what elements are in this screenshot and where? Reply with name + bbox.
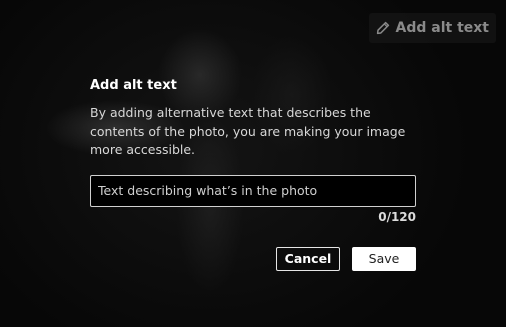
character-counter: 0/120	[378, 209, 416, 224]
pencil-icon	[376, 21, 390, 35]
dialog-description: By adding alternative text that describe…	[90, 105, 406, 157]
dialog-title: Add alt text	[90, 78, 177, 93]
save-button[interactable]: Save	[352, 246, 416, 271]
add-alt-text-button[interactable]: Add alt text	[368, 13, 496, 43]
alt-text-dialog: Add alt text By adding alternative text …	[90, 78, 416, 271]
cancel-button[interactable]: Cancel	[276, 246, 340, 271]
alt-text-input[interactable]	[90, 174, 416, 207]
dialog-actions: Cancel Save	[90, 246, 416, 271]
add-alt-text-button-label: Add alt text	[395, 20, 489, 36]
photo-viewer-backdrop: Add alt text Add alt text By adding alte…	[0, 0, 506, 327]
